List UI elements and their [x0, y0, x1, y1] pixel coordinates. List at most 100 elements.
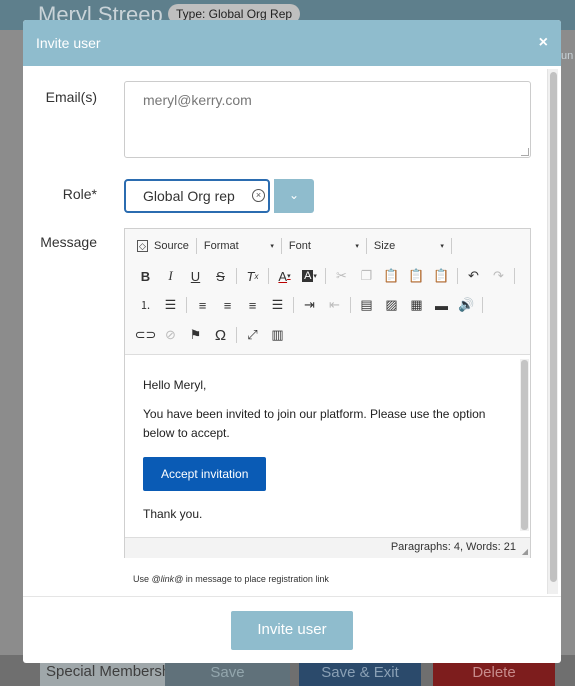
horizontal-rule-icon[interactable]: ▬: [429, 294, 454, 316]
toolbar-separator: [236, 268, 237, 284]
bold-icon[interactable]: B: [133, 265, 158, 287]
toolbar-separator: [482, 297, 483, 313]
toolbar-separator: [280, 238, 282, 254]
toolbar-separator: [186, 297, 187, 313]
link-icon[interactable]: ⊂⊃: [133, 324, 158, 346]
film-icon[interactable]: ▤: [354, 294, 379, 316]
background-edge-text: un: [561, 50, 574, 62]
numbered-list-icon[interactable]: ⒈: [133, 294, 158, 316]
role-select[interactable]: Global Org rep ×: [124, 179, 270, 213]
size-label: Size: [373, 240, 396, 252]
message-greeting: Hello Meryl,: [143, 378, 207, 392]
paste-word-icon[interactable]: 📋: [429, 265, 454, 287]
text-color-icon[interactable]: A ▾: [272, 265, 297, 287]
accept-invitation-button[interactable]: Accept invitation: [143, 457, 267, 491]
role-value: Global Org rep: [143, 188, 235, 204]
modal-footer: Invite user: [23, 596, 561, 663]
toolbar-separator: [195, 238, 197, 254]
align-left-icon[interactable]: ≡: [190, 294, 215, 316]
toolbar-separator: [325, 268, 326, 284]
word-count: Paragraphs: 4, Words: 21: [390, 541, 516, 553]
paste-text-icon[interactable]: 📋: [404, 265, 429, 287]
resize-grip-icon[interactable]: ◢: [522, 547, 528, 556]
hint-prefix: Use: [133, 574, 152, 584]
editor-scrollbar[interactable]: [520, 359, 529, 531]
copy-icon[interactable]: ❐: [354, 265, 379, 287]
dropdown-arrow-icon: ▾: [440, 243, 444, 250]
modal-scrollbar[interactable]: [547, 69, 558, 594]
editor-status-bar: Paragraphs: 4, Words: 21 ◢: [125, 537, 530, 558]
toolbar-row: B I U S Tx A ▾ A ▾ ✂ ❐ 📋 📋 📋 ↶ ↷: [133, 265, 518, 287]
remove-format-icon[interactable]: Tx: [240, 265, 265, 287]
toolbar-separator: [457, 268, 458, 284]
toolbar-row: ⒈ ☰ ≡ ≡ ≡ ☰ ⇥ ⇤ ▤ ▨ ▦ ▬ 🔊: [133, 294, 486, 316]
toolbar-separator: [236, 327, 237, 343]
toolbar-separator: [365, 238, 367, 254]
outdent-icon[interactable]: ⇤: [322, 294, 347, 316]
audio-icon[interactable]: 🔊: [454, 294, 479, 316]
clear-icon[interactable]: ×: [252, 189, 265, 202]
table-icon[interactable]: ▦: [404, 294, 429, 316]
strikethrough-icon[interactable]: S: [208, 265, 233, 287]
resize-grip-icon[interactable]: [521, 148, 529, 156]
invite-user-button[interactable]: Invite user: [231, 611, 353, 650]
align-right-icon[interactable]: ≡: [240, 294, 265, 316]
hint-token: @link@: [151, 574, 184, 584]
background-delete-button: Delete: [433, 660, 555, 686]
paste-icon[interactable]: 📋: [379, 265, 404, 287]
font-label: Font: [288, 240, 311, 252]
redo-icon[interactable]: ↷: [486, 265, 511, 287]
maximize-icon[interactable]: ⤢: [240, 324, 265, 346]
toolbar-separator: [514, 268, 515, 284]
justify-icon[interactable]: ☰: [265, 294, 290, 316]
show-blocks-icon[interactable]: ▥: [265, 324, 290, 346]
indent-icon[interactable]: ⇥: [297, 294, 322, 316]
modal-scrollbar-thumb[interactable]: [550, 72, 557, 582]
rich-text-editor: ◇ Source Format ▾ Font ▾ Size ▾ B I U S …: [124, 228, 531, 558]
dropdown-arrow-icon: ▾: [355, 243, 359, 250]
close-icon[interactable]: ×: [539, 34, 548, 52]
source-icon: ◇: [137, 240, 148, 252]
format-label: Format: [203, 240, 239, 252]
editor-content[interactable]: Hello Meryl, You have been invited to jo…: [125, 356, 530, 536]
source-button[interactable]: ◇ Source: [133, 240, 193, 252]
format-dropdown[interactable]: Format ▾: [200, 240, 278, 252]
role-label: Role*: [62, 186, 97, 202]
email-label: Email(s): [45, 89, 97, 105]
background-save-exit-button: Save & Exit: [299, 660, 421, 686]
toolbar-separator: [450, 238, 452, 254]
invite-user-modal: Invite user × Email(s) meryl@kerry.com R…: [23, 20, 561, 663]
modal-header: Invite user ×: [23, 20, 561, 66]
modal-title: Invite user: [36, 35, 101, 51]
modal-body: Email(s) meryl@kerry.com Role* Global Or…: [23, 66, 561, 596]
background-save-button: Save: [165, 660, 290, 686]
toolbar-separator: [268, 268, 269, 284]
align-center-icon[interactable]: ≡: [215, 294, 240, 316]
font-dropdown[interactable]: Font ▾: [285, 240, 363, 252]
size-dropdown[interactable]: Size ▾: [370, 240, 448, 252]
message-closing: Thank you.: [143, 507, 203, 521]
background-color-icon[interactable]: A ▾: [297, 265, 322, 287]
undo-icon[interactable]: ↶: [461, 265, 486, 287]
registration-link-hint: Use @link@ in message to place registrat…: [133, 574, 329, 584]
toolbar-row: ◇ Source Format ▾ Font ▾ Size ▾: [133, 235, 455, 257]
source-label: Source: [154, 240, 189, 252]
unlink-icon[interactable]: ⊘: [158, 324, 183, 346]
editor-scrollbar-thumb[interactable]: [521, 360, 528, 530]
editor-toolbar: ◇ Source Format ▾ Font ▾ Size ▾ B I U S …: [125, 229, 530, 355]
email-field[interactable]: meryl@kerry.com: [124, 81, 531, 158]
hint-suffix: in message to place registration link: [183, 574, 329, 584]
underline-icon[interactable]: U: [183, 265, 208, 287]
message-body: You have been invited to join our platfo…: [143, 407, 486, 440]
dropdown-arrow-icon: ▾: [270, 243, 274, 250]
cut-icon[interactable]: ✂: [329, 265, 354, 287]
toolbar-separator: [293, 297, 294, 313]
special-character-icon[interactable]: Ω: [208, 324, 233, 346]
image-icon[interactable]: ▨: [379, 294, 404, 316]
bulleted-list-icon[interactable]: ☰: [158, 294, 183, 316]
italic-icon[interactable]: I: [158, 265, 183, 287]
flag-icon[interactable]: ⚑: [183, 324, 208, 346]
chevron-down-icon[interactable]: ⌄: [274, 179, 314, 213]
email-value: meryl@kerry.com: [143, 92, 252, 108]
message-label: Message: [40, 234, 97, 250]
